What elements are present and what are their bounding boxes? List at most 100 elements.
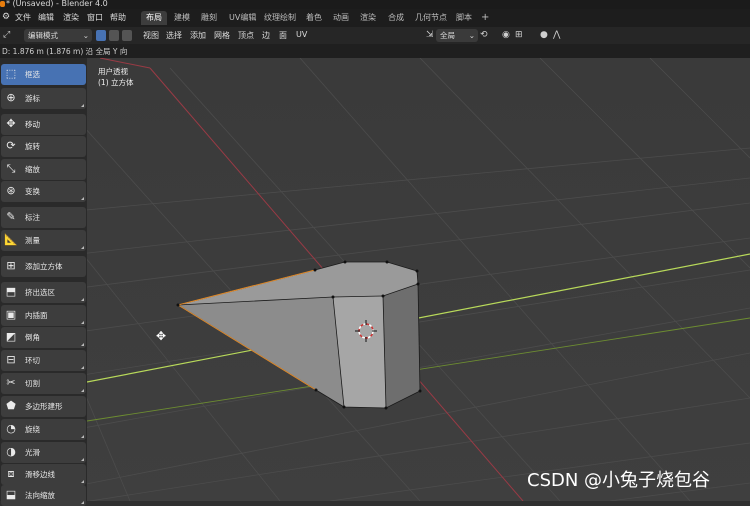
vertex-select-button[interactable] <box>96 30 106 41</box>
menu-uv[interactable]: UV <box>296 30 307 39</box>
tab-animation[interactable]: 动画 <box>328 11 354 25</box>
top-menu-bar: ⚙ 文件 编辑 渲染 窗口 帮助 布局 建模 雕刻 UV编辑 纹理绘制 着色 动… <box>0 9 750 27</box>
inset-icon: ▣ <box>5 308 17 321</box>
edge-select-button[interactable] <box>109 30 119 41</box>
menu-window[interactable]: 窗口 <box>87 12 103 23</box>
tool-group-indicator-icon <box>81 480 84 483</box>
edge-slide-icon: ⧈ <box>7 467 15 480</box>
tool-loop-cut[interactable]: ⊟ 环切 <box>1 350 86 371</box>
tool-smooth[interactable]: ◑ 光滑 <box>1 442 86 463</box>
tool-measure[interactable]: 📐 测量 <box>1 230 86 251</box>
watermark: CSDN @小兔子烧包谷 <box>527 470 711 491</box>
menu-render[interactable]: 渲染 <box>63 12 79 23</box>
bevel-icon: ◩ <box>5 330 17 343</box>
tool-bevel[interactable]: ◩ 倒角 <box>1 327 86 348</box>
tool-label: 滑移边线 <box>25 470 55 479</box>
knife-icon: ✂ <box>6 376 16 389</box>
tool-label: 光滑 <box>25 448 40 457</box>
snap-icon[interactable]: ◉ <box>502 30 510 40</box>
tool-cursor[interactable]: ⊕ 游标 <box>1 88 86 109</box>
rotate-icon: ⟳ <box>6 139 16 152</box>
transform-icon: ⊛ <box>6 184 16 197</box>
transform-orientation-dropdown[interactable]: 全局 ⌄ <box>436 29 478 42</box>
tool-shelf: ⬚ 框选 ⊕ 游标 ✥ 移动 ⟳ 旋转 ⤡ 缩放 ⊛ 变换 ✎ 标注 📐 测量 ⊞ 添加立方体 ⬒ 挤出选区 ▣ 内插面 ◩… <box>0 58 87 506</box>
scale-icon: ⤡ <box>6 162 16 175</box>
extrude-icon: ⬒ <box>5 285 17 298</box>
tab-shading[interactable]: 着色 <box>301 11 327 25</box>
tool-edge-slide[interactable]: ⧈ 滑移边线 <box>1 464 86 485</box>
tool-group-indicator-icon <box>81 389 84 392</box>
tool-inset[interactable]: ▣ 内插面 <box>1 305 86 326</box>
menu-edit[interactable]: 编辑 <box>38 12 54 23</box>
tab-uv-editing[interactable]: UV编辑 <box>224 11 261 25</box>
tool-label: 旋绕 <box>25 425 40 434</box>
tool-label: 环切 <box>25 356 40 365</box>
tool-group-indicator-icon <box>81 197 84 200</box>
menu-help[interactable]: 帮助 <box>110 12 126 23</box>
3d-viewport[interactable] <box>0 58 750 501</box>
blender-menu-icon[interactable]: ⚙ <box>2 12 10 22</box>
menu-view[interactable]: 视图 <box>143 30 159 41</box>
tool-group-indicator-icon <box>81 298 84 301</box>
tool-group-indicator-icon <box>81 458 84 461</box>
tab-texture-paint[interactable]: 纹理绘制 <box>259 11 301 25</box>
tab-geometry-nodes[interactable]: 几何节点 <box>410 11 452 25</box>
mode-dropdown[interactable]: 编辑模式 ⌄ <box>24 29 92 42</box>
tab-compositing[interactable]: 合成 <box>383 11 409 25</box>
tool-annotate[interactable]: ✎ 标注 <box>1 207 86 228</box>
tool-box-select[interactable]: ⬚ 框选 <box>1 64 86 85</box>
menu-file[interactable]: 文件 <box>15 12 31 23</box>
operator-status-bar: D: 1.876 m (1.876 m) 沿 全局 Y 向 <box>0 44 750 58</box>
status-text: D: 1.876 m (1.876 m) 沿 全局 Y 向 <box>2 47 128 56</box>
proportional-editing-icon[interactable]: ● <box>540 30 548 40</box>
falloff-icon[interactable]: ⋀ <box>553 30 560 40</box>
menu-add[interactable]: 添加 <box>190 30 206 41</box>
tab-layout[interactable]: 布局 <box>141 11 167 25</box>
poly-build-icon: ⬟ <box>6 399 16 412</box>
face-select-button[interactable] <box>122 30 132 41</box>
tab-scripting[interactable]: 脚本 <box>451 11 477 25</box>
tool-knife[interactable]: ✂ 切割 <box>1 373 86 394</box>
title-bar: * (Unsaved) - Blender 4.0 <box>0 0 750 9</box>
pivot-point-icon[interactable]: ⟲ <box>480 30 488 40</box>
tool-poly-build[interactable]: ⬟ 多边形建形 <box>1 396 86 417</box>
menu-edge[interactable]: 边 <box>262 30 270 41</box>
tool-rotate[interactable]: ⟳ 旋转 <box>1 136 86 157</box>
menu-select[interactable]: 选择 <box>166 30 182 41</box>
menu-face[interactable]: 面 <box>279 30 287 41</box>
tool-group-indicator-icon <box>81 366 84 369</box>
tool-label: 切割 <box>25 379 40 388</box>
tool-move[interactable]: ✥ 移动 <box>1 114 86 135</box>
measure-icon: 📐 <box>4 233 18 246</box>
tool-label: 移动 <box>25 120 40 129</box>
tab-sculpting[interactable]: 雕刻 <box>196 11 222 25</box>
snap-target-icon[interactable]: ⊞ <box>515 30 523 40</box>
editor-type-icon[interactable]: ⤢ <box>3 30 10 40</box>
tool-shrink[interactable]: ⬓ 法向缩放 <box>1 485 86 506</box>
tool-group-indicator-icon <box>81 104 84 107</box>
tool-extrude[interactable]: ⬒ 挤出选区 <box>1 282 86 303</box>
chevron-down-icon: ⌄ <box>468 31 475 40</box>
tool-group-indicator-icon <box>81 321 84 324</box>
tool-scale[interactable]: ⤡ 缩放 <box>1 159 86 180</box>
tool-label: 多边形建形 <box>25 402 63 411</box>
tool-transform[interactable]: ⊛ 变换 <box>1 181 86 202</box>
tool-label: 测量 <box>25 236 40 245</box>
tool-label: 变换 <box>25 187 40 196</box>
cursor-icon: ⊕ <box>6 91 16 104</box>
transform-orientation-icon[interactable]: ⇲ <box>426 30 434 40</box>
tool-label: 缩放 <box>25 165 40 174</box>
tool-group-indicator-icon <box>81 343 84 346</box>
annotate-icon: ✎ <box>6 210 16 223</box>
loop-cut-icon: ⊟ <box>6 353 16 366</box>
tool-label: 添加立方体 <box>25 262 63 271</box>
tool-add-cube[interactable]: ⊞ 添加立方体 <box>1 256 86 277</box>
add-workspace-button[interactable]: + <box>476 11 494 25</box>
menu-mesh[interactable]: 网格 <box>214 30 230 41</box>
tab-modeling[interactable]: 建模 <box>169 11 195 25</box>
tab-rendering[interactable]: 渲染 <box>355 11 381 25</box>
tool-label: 挤出选区 <box>25 288 55 297</box>
menu-vertex[interactable]: 顶点 <box>238 30 254 41</box>
tool-spin[interactable]: ◔ 旋绕 <box>1 419 86 440</box>
move-cursor-icon: ✥ <box>156 329 167 343</box>
